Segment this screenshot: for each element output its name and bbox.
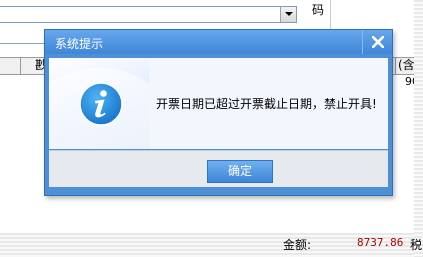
info-icon bbox=[79, 82, 123, 126]
dialog-footer: 确定 bbox=[49, 150, 388, 187]
amount-value: 8737.86 bbox=[357, 236, 404, 249]
amount-label: 金额: bbox=[283, 238, 312, 252]
icon-panel bbox=[49, 58, 149, 149]
column-separator bbox=[20, 57, 21, 75]
chevron-down-icon[interactable] bbox=[280, 7, 296, 22]
system-prompt-dialog: 系统提示 开票日期已超过开票截止日期，禁止开具! 确定 bbox=[44, 29, 393, 196]
dialog-body: 开票日期已超过开票截止日期，禁止开具! bbox=[49, 58, 388, 149]
code-label: 码 bbox=[312, 3, 325, 17]
dialog-message: 开票日期已超过开票截止日期，禁止开具! bbox=[156, 97, 377, 111]
status-bar bbox=[0, 233, 414, 257]
amount-extra-label: 税 bbox=[410, 238, 423, 252]
scrollbar-edge bbox=[414, 0, 423, 257]
invoice-combo-box[interactable] bbox=[0, 6, 297, 23]
dialog-title: 系统提示 bbox=[55, 37, 104, 51]
close-icon bbox=[372, 36, 384, 48]
column-separator bbox=[395, 57, 396, 75]
table-header-cell: (含 bbox=[398, 58, 415, 72]
dialog-titlebar[interactable]: 系统提示 bbox=[45, 30, 392, 54]
ok-button[interactable]: 确定 bbox=[207, 160, 273, 183]
close-button[interactable] bbox=[362, 30, 392, 54]
